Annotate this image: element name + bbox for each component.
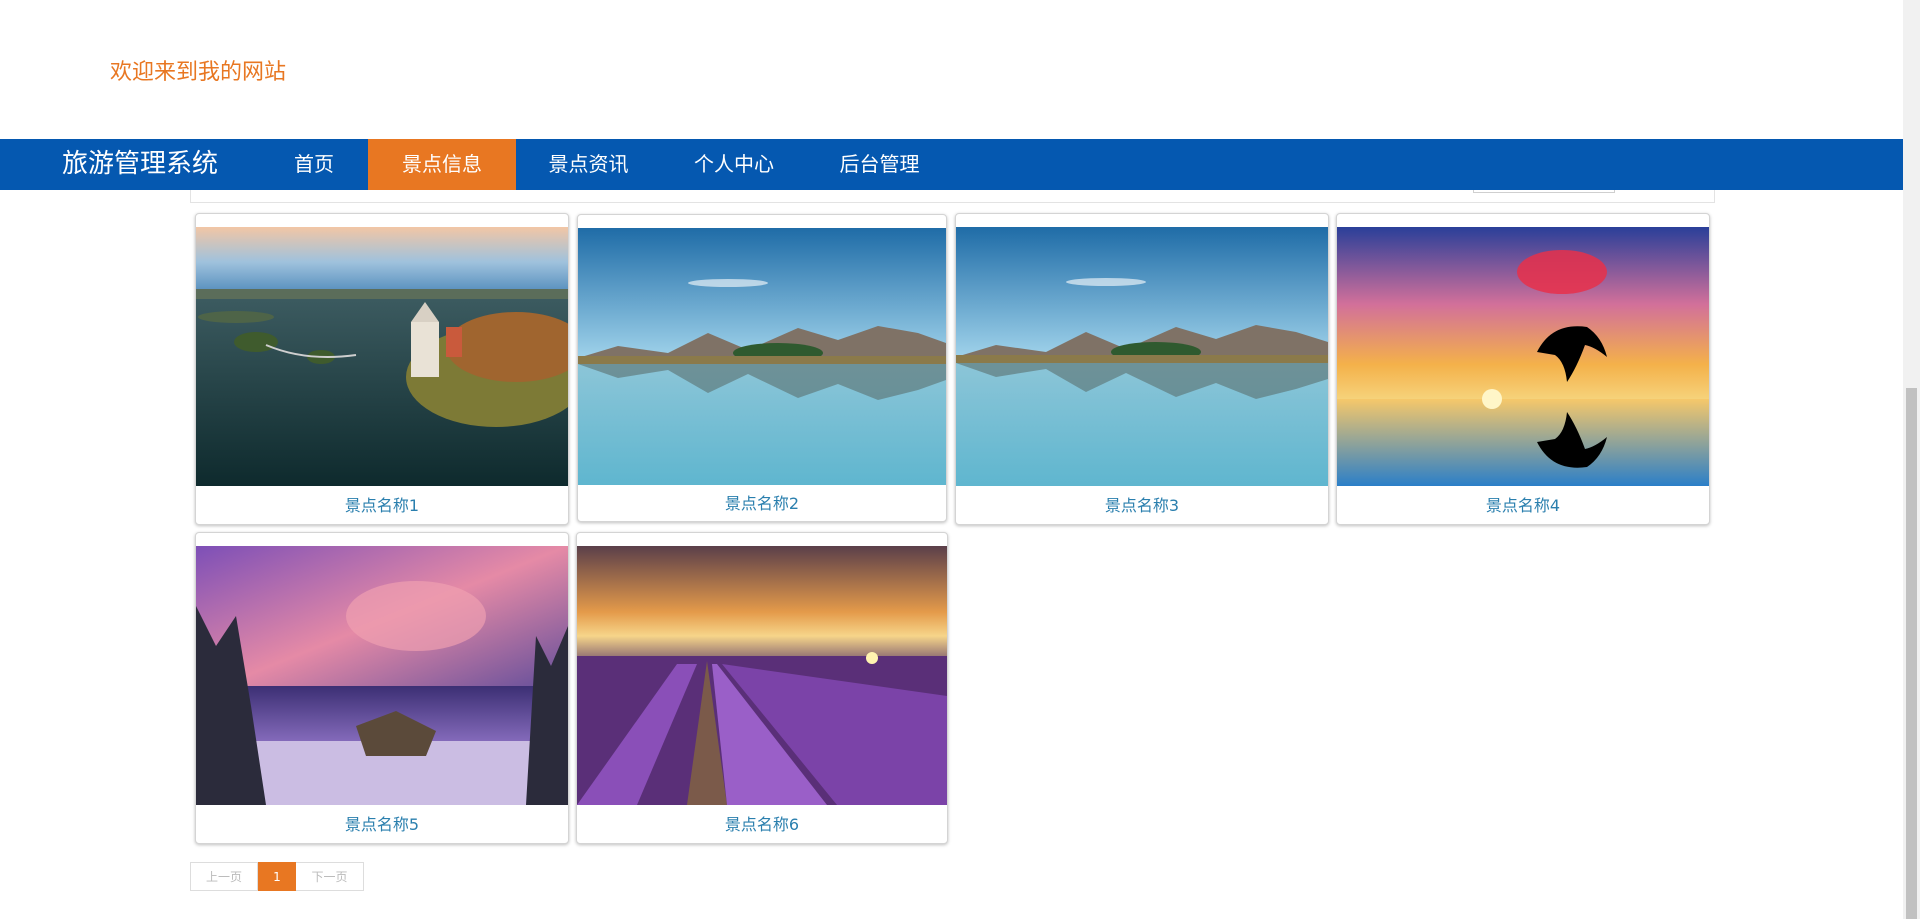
nav-personal-center[interactable]: 个人中心 <box>661 139 807 190</box>
spot-card-1[interactable]: 景点名称1 <box>195 213 569 525</box>
search-button-edge <box>1473 190 1615 193</box>
prev-page-button[interactable]: 上一页 <box>190 862 258 891</box>
pagination: 上一页 1 下一页 <box>190 862 364 891</box>
spot-name-1[interactable]: 景点名称1 <box>196 492 568 516</box>
spot-name-4[interactable]: 景点名称4 <box>1337 492 1709 516</box>
spot-image-5[interactable] <box>196 546 568 805</box>
spot-image-3[interactable] <box>956 227 1328 486</box>
spot-name-2[interactable]: 景点名称2 <box>578 490 946 514</box>
spot-name-5[interactable]: 景点名称5 <box>196 811 568 835</box>
spot-image-6[interactable] <box>577 546 947 805</box>
spot-image-2[interactable] <box>578 228 946 485</box>
spot-card-4[interactable]: 景点名称4 <box>1336 213 1710 525</box>
nav-home[interactable]: 首页 <box>262 139 366 190</box>
spot-card-3[interactable]: 景点名称3 <box>955 213 1329 525</box>
vertical-scrollbar[interactable] <box>1903 0 1920 919</box>
search-panel-edge <box>190 190 1715 203</box>
spot-card-5[interactable]: 景点名称5 <box>195 532 569 844</box>
nav-admin[interactable]: 后台管理 <box>807 139 952 190</box>
navbar: 旅游管理系统 首页 景点信息 景点资讯 个人中心 后台管理 <box>0 139 1903 190</box>
spot-card-6[interactable]: 景点名称6 <box>576 532 948 844</box>
spot-card-2[interactable]: 景点名称2 <box>577 214 947 522</box>
welcome-text: 欢迎来到我的网站 <box>110 60 287 85</box>
spot-name-3[interactable]: 景点名称3 <box>956 492 1328 516</box>
page: 欢迎来到我的网站 旅游管理系统 首页 景点信息 景点资讯 个人中心 后台管理 景… <box>0 0 1920 919</box>
nav-spot-news[interactable]: 景点资讯 <box>516 139 661 190</box>
spot-image-1[interactable] <box>196 227 568 486</box>
brand-title[interactable]: 旅游管理系统 <box>62 139 218 190</box>
nav-spot-info[interactable]: 景点信息 <box>368 139 516 190</box>
current-page-button[interactable]: 1 <box>258 862 296 891</box>
spot-image-4[interactable] <box>1337 227 1709 486</box>
next-page-button[interactable]: 下一页 <box>296 862 364 891</box>
spot-name-6[interactable]: 景点名称6 <box>577 811 947 835</box>
scrollbar-thumb[interactable] <box>1906 388 1917 919</box>
